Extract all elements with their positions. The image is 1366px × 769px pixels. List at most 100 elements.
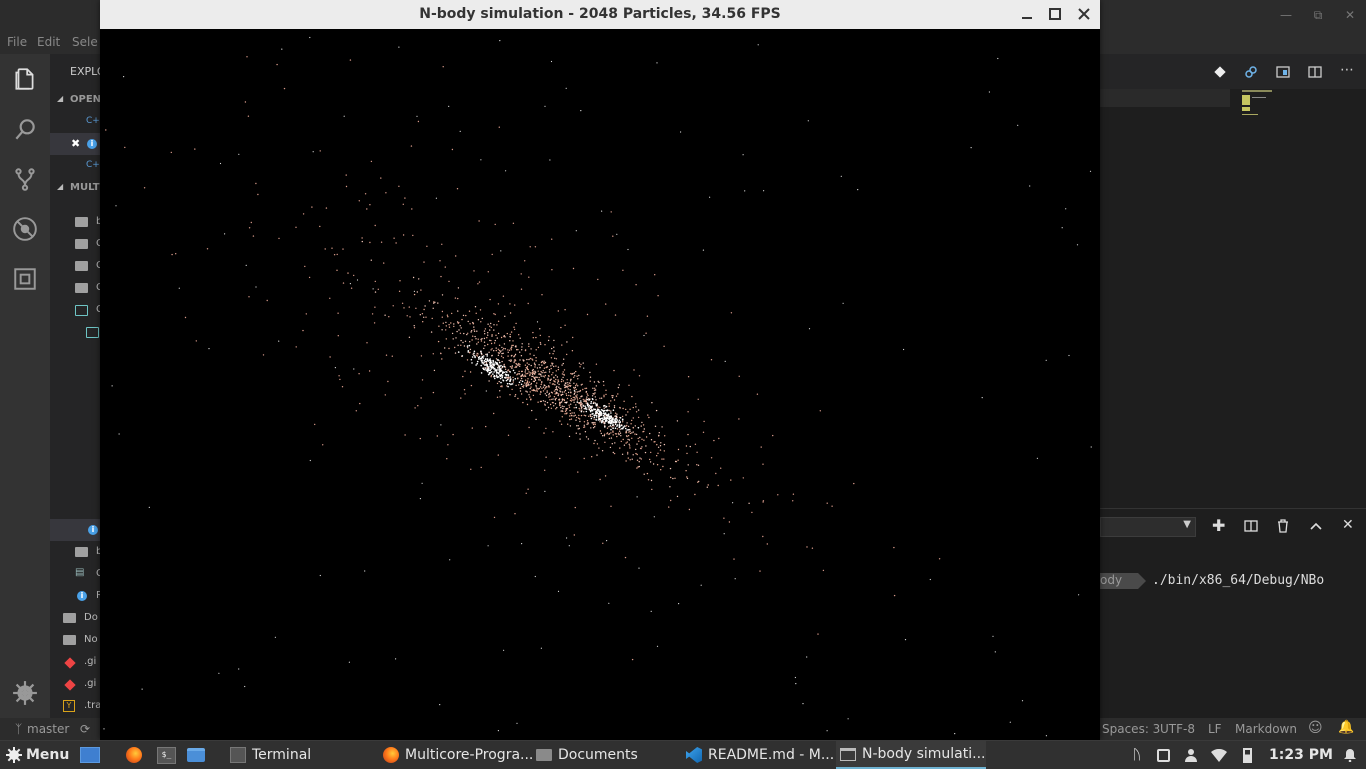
feedback-smiley-icon[interactable]: ☺ [1308, 720, 1323, 736]
folder-icon[interactable] [75, 547, 88, 557]
minimize-icon[interactable] [1017, 4, 1037, 24]
particle [487, 368, 489, 370]
maximize-icon[interactable] [1045, 4, 1065, 24]
search-icon[interactable] [12, 116, 38, 142]
folder-icon[interactable] [63, 613, 76, 623]
terminal-select[interactable]: ▼ [1100, 517, 1196, 537]
folder-label[interactable]: Do [84, 612, 98, 623]
menu-selection[interactable]: Sele [72, 35, 98, 49]
particle [246, 56, 247, 57]
taskbar-item-firefox[interactable]: Multicore-Progra... [383, 741, 533, 769]
particle [420, 289, 421, 290]
files-icon[interactable] [12, 66, 38, 92]
folder-icon[interactable] [75, 283, 88, 293]
vscode-close-icon[interactable]: ✕ [1334, 0, 1366, 30]
add-terminal-icon[interactable]: ✚ [1212, 516, 1225, 535]
folder-open-icon[interactable] [86, 327, 99, 338]
user-icon[interactable] [1182, 741, 1200, 769]
taskbar-item-nbody[interactable]: N-body simulati... [836, 741, 986, 769]
particle-canvas[interactable] [100, 29, 1100, 740]
particle [535, 419, 536, 420]
particle [561, 379, 562, 380]
project-header[interactable]: MULT [70, 182, 100, 193]
particle [569, 385, 570, 386]
particle [809, 328, 810, 329]
extensions-icon[interactable] [12, 266, 38, 292]
settings-gear-icon[interactable] [12, 680, 38, 706]
folder-label[interactable]: No [84, 634, 98, 645]
particle [490, 372, 492, 374]
particle [603, 381, 604, 382]
battery-icon[interactable] [1238, 741, 1256, 769]
particle [575, 387, 576, 388]
particle [561, 424, 562, 425]
particle [384, 315, 385, 316]
particle [402, 303, 403, 304]
spaces-status[interactable]: Spaces: 3 [1102, 722, 1160, 736]
particle [554, 396, 555, 397]
chevron-up-icon[interactable] [1309, 520, 1323, 532]
folder-open-icon[interactable] [75, 305, 88, 316]
file-label[interactable]: .tra [84, 700, 100, 711]
start-menu-button[interactable]: Menu [6, 741, 69, 769]
files-launcher-icon[interactable] [187, 741, 205, 769]
chevron-down-icon[interactable]: ◢ [57, 182, 63, 191]
notification-icon[interactable] [1341, 741, 1359, 769]
open-changes-icon[interactable] [1244, 65, 1258, 79]
show-desktop-icon[interactable] [80, 741, 100, 769]
source-control-icon[interactable] [12, 166, 38, 192]
taskbar-item-terminal[interactable]: Terminal [230, 741, 311, 769]
git-compare-icon[interactable] [1213, 65, 1227, 79]
notification-bell-icon[interactable]: 🔔 [1338, 720, 1354, 735]
trash-icon[interactable] [1277, 519, 1289, 533]
particle [501, 337, 502, 338]
particle [567, 386, 568, 387]
particle [580, 110, 581, 111]
split-terminal-icon[interactable] [1244, 520, 1258, 532]
eol-status[interactable]: LF [1208, 722, 1222, 736]
taskbar-item-documents[interactable]: Documents [536, 741, 638, 769]
wifi-icon[interactable] [1210, 741, 1228, 769]
particle [670, 477, 671, 478]
file-label[interactable]: .gi [84, 678, 96, 689]
branch-label[interactable]: master [27, 722, 69, 736]
folder-icon[interactable] [75, 239, 88, 249]
folder-icon[interactable] [63, 635, 76, 645]
cpp-file-icon[interactable]: C++ [86, 160, 100, 170]
file-label[interactable]: .gi [84, 656, 96, 667]
vscode-minimize-icon[interactable]: — [1270, 0, 1302, 30]
open-editors-header[interactable]: OPEN [70, 94, 100, 105]
sync-icon[interactable]: ⟳ [80, 722, 90, 736]
encoding-status[interactable]: UTF-8 [1160, 722, 1195, 736]
close-icon[interactable]: ✖ [71, 137, 80, 150]
firefox-launcher-icon[interactable] [126, 741, 142, 769]
folder-icon[interactable] [75, 261, 88, 271]
particle [495, 335, 496, 336]
cpp-file-icon[interactable]: C++ [86, 116, 100, 126]
particle [613, 452, 614, 453]
branch-icon: ᛉ [15, 722, 22, 736]
particle [571, 418, 572, 419]
particle [601, 414, 603, 416]
chevron-down-icon[interactable]: ◢ [57, 94, 63, 103]
close-icon[interactable] [1074, 4, 1094, 24]
language-status[interactable]: Markdown [1235, 722, 1297, 736]
close-panel-icon[interactable]: ✕ [1342, 517, 1354, 533]
folder-icon[interactable] [75, 217, 88, 227]
menu-edit[interactable]: Edit [37, 35, 60, 49]
menu-file[interactable]: File [7, 35, 27, 49]
vscode-maximize-icon[interactable]: ⧉ [1302, 0, 1334, 30]
bluetooth-icon[interactable]: ᚢ [1128, 741, 1146, 769]
preview-icon[interactable] [1276, 65, 1290, 79]
more-actions-icon[interactable]: ⋯ [1340, 62, 1354, 78]
taskbar-item-vscode[interactable]: README.md - M... [686, 741, 834, 769]
particle [498, 359, 500, 361]
split-editor-icon[interactable] [1308, 65, 1322, 79]
debug-icon[interactable] [12, 216, 38, 242]
particle [457, 298, 458, 299]
screenshot-tray-icon[interactable] [1154, 741, 1172, 769]
clock[interactable]: 1:23 PM [1268, 741, 1334, 769]
terminal-launcher-icon[interactable]: $_ [157, 741, 176, 769]
particle [571, 398, 572, 399]
particle [620, 433, 621, 434]
